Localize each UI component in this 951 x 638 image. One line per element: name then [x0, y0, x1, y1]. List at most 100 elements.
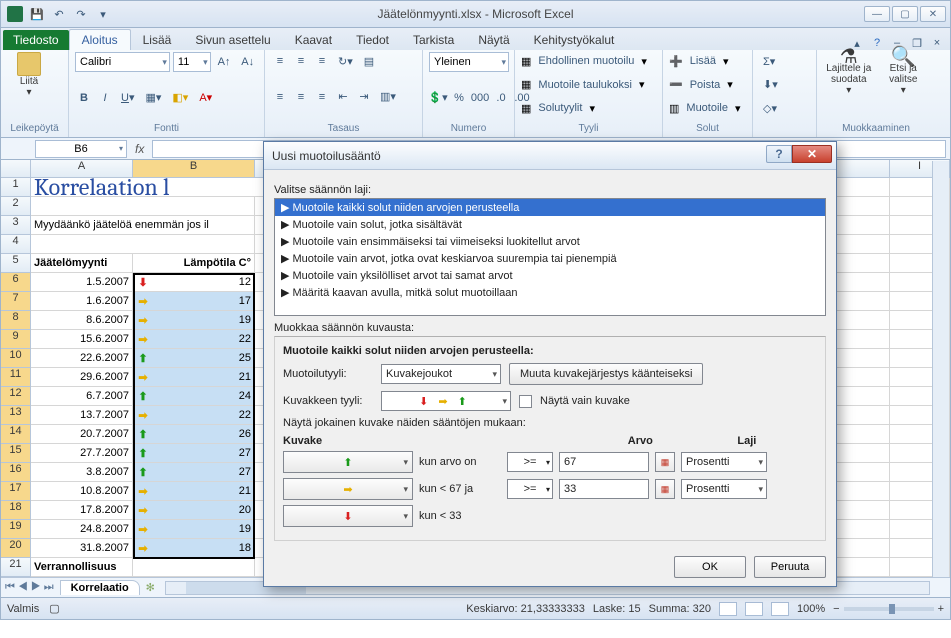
shrink-font-icon[interactable]: A↓	[237, 53, 258, 71]
cell-date[interactable]: 15.6.2007	[31, 330, 133, 349]
vertical-scrollbar[interactable]	[932, 161, 949, 577]
font-name-combo[interactable]: Calibri	[75, 52, 170, 72]
row-head[interactable]: 14	[1, 425, 31, 444]
cell-date[interactable]: 22.6.2007	[31, 349, 133, 368]
cell-temp[interactable]: ⬆27	[133, 444, 255, 463]
close-button[interactable]: ✕	[920, 6, 946, 22]
ok-button[interactable]: OK	[674, 556, 746, 578]
border-button[interactable]: ▦▾	[141, 89, 165, 107]
row-head[interactable]: 6	[1, 273, 31, 292]
icon2-select[interactable]: ➡	[283, 478, 413, 500]
cell-date[interactable]: 3.8.2007	[31, 463, 133, 482]
tab-data[interactable]: Tiedot	[344, 30, 401, 50]
cell-temp[interactable]: ➡19	[133, 520, 255, 539]
align-right-icon[interactable]: ≡	[313, 88, 331, 106]
row-head[interactable]: 8	[1, 311, 31, 330]
cell-temp[interactable]: ➡17	[133, 292, 255, 311]
tab-review[interactable]: Tarkista	[401, 30, 466, 50]
tab-insert[interactable]: Lisää	[131, 30, 184, 50]
view-normal-icon[interactable]	[719, 602, 737, 616]
cell-temp[interactable]: ⬆25	[133, 349, 255, 368]
bold-button[interactable]: B	[75, 89, 93, 107]
align-mid-icon[interactable]: ≡	[292, 52, 310, 70]
tab-file[interactable]: Tiedosto	[3, 30, 69, 50]
indent-dec-icon[interactable]: ⇤	[334, 88, 352, 106]
cell-date[interactable]: 10.8.2007	[31, 482, 133, 501]
grow-font-icon[interactable]: A↑	[214, 53, 235, 71]
rule2-type[interactable]: Prosentti	[681, 479, 767, 499]
header-a[interactable]: Jäätelömyynti	[31, 254, 133, 273]
find-select-button[interactable]: 🔍 Etsi ja valitse▾	[878, 52, 930, 96]
row-head[interactable]: 15	[1, 444, 31, 463]
rule-item-4[interactable]: ▶ Muotoile vain yksilölliset arvot tai s…	[275, 267, 825, 284]
format-cells-button[interactable]: Muotoile	[682, 99, 732, 117]
cell-date[interactable]: 1.6.2007	[31, 292, 133, 311]
save-icon[interactable]: 💾	[29, 6, 45, 22]
row21-label[interactable]: Verrannollisuus	[31, 558, 133, 577]
cell-date[interactable]: 20.7.2007	[31, 425, 133, 444]
cell-date[interactable]: 17.8.2007	[31, 501, 133, 520]
cell-date[interactable]: 6.7.2007	[31, 387, 133, 406]
tab-view[interactable]: Näytä	[466, 30, 521, 50]
maximize-button[interactable]: ▢	[892, 6, 918, 22]
cell-date[interactable]: 1.5.2007	[31, 273, 133, 292]
align-center-icon[interactable]: ≡	[292, 88, 310, 106]
rule1-op[interactable]: >=	[507, 452, 553, 472]
tab-layout[interactable]: Sivun asettelu	[183, 30, 282, 50]
icon1-select[interactable]: ⬆	[283, 451, 413, 473]
zoom-slider[interactable]: − +	[833, 603, 944, 615]
rule1-ref-icon[interactable]: ▦	[655, 452, 675, 472]
qat-more-icon[interactable]: ▾	[95, 6, 111, 22]
row-head[interactable]: 12	[1, 387, 31, 406]
tab-home[interactable]: Aloitus	[69, 29, 131, 50]
number-format-combo[interactable]: Yleinen	[429, 52, 509, 72]
zoom-in-icon[interactable]: +	[938, 603, 944, 615]
align-left-icon[interactable]: ≡	[271, 88, 289, 106]
paste-button[interactable]: Liitä ▾	[7, 52, 51, 98]
row-head[interactable]: 13	[1, 406, 31, 425]
icon3-select[interactable]: ⬇	[283, 505, 413, 527]
rule-item-0[interactable]: ▶ Muotoile kaikki solut niiden arvojen p…	[275, 199, 825, 216]
macro-record-icon[interactable]: ▢	[49, 602, 59, 615]
comma-icon[interactable]: 000	[471, 89, 489, 107]
cell-temp[interactable]: ⬆24	[133, 387, 255, 406]
header-b[interactable]: Lämpötila C°	[133, 254, 255, 273]
cancel-button[interactable]: Peruuta	[754, 556, 826, 578]
reverse-order-button[interactable]: Muuta kuvakejärjestys käänteiseksi	[509, 363, 703, 385]
cell-temp[interactable]: ⬇12	[133, 273, 255, 292]
wrap-icon[interactable]: ▤	[360, 52, 378, 70]
fill-icon[interactable]: ⬇▾	[759, 76, 782, 94]
percent-icon[interactable]: %	[450, 89, 468, 107]
view-break-icon[interactable]	[771, 602, 789, 616]
rule1-type[interactable]: Prosentti	[681, 452, 767, 472]
redo-icon[interactable]: ↷	[73, 6, 89, 22]
orientation-icon[interactable]: ↻▾	[334, 52, 357, 70]
font-size-combo[interactable]: 11	[173, 52, 211, 72]
name-box[interactable]: B6	[35, 140, 127, 158]
cell-temp[interactable]: ➡20	[133, 501, 255, 520]
cell-temp[interactable]: ➡21	[133, 368, 255, 387]
cell-date[interactable]: 13.7.2007	[31, 406, 133, 425]
dialog-close-button[interactable]: ✕	[792, 145, 832, 163]
view-layout-icon[interactable]	[745, 602, 763, 616]
cell-date[interactable]: 31.8.2007	[31, 539, 133, 558]
undo-icon[interactable]: ↶	[51, 6, 67, 22]
row-head[interactable]: 17	[1, 482, 31, 501]
col-A[interactable]: A	[31, 160, 133, 177]
delete-cells-button[interactable]: Poista	[686, 76, 725, 94]
rule2-op[interactable]: >=	[507, 479, 553, 499]
cell-temp[interactable]: ➡19	[133, 311, 255, 330]
cond-format-button[interactable]: Ehdollinen muotoilu	[534, 52, 638, 70]
cell-temp[interactable]: ⬆26	[133, 425, 255, 444]
zoom-out-icon[interactable]: −	[833, 603, 839, 615]
rule2-value[interactable]: 33	[559, 479, 649, 499]
cell-date[interactable]: 8.6.2007	[31, 311, 133, 330]
inc-dec-icon[interactable]: .0	[492, 89, 510, 107]
icon-style-dropdown[interactable]: ⬇➡⬆	[381, 391, 511, 411]
title-cell[interactable]: Korrelaation l	[31, 178, 255, 197]
row-head[interactable]: 9	[1, 330, 31, 349]
show-icon-only-checkbox[interactable]	[519, 395, 532, 408]
insert-cells-button[interactable]: Lisää	[686, 52, 720, 70]
cell-temp[interactable]: ➡22	[133, 330, 255, 349]
rule-item-2[interactable]: ▶ Muotoile vain ensimmäiseksi tai viimei…	[275, 233, 825, 250]
